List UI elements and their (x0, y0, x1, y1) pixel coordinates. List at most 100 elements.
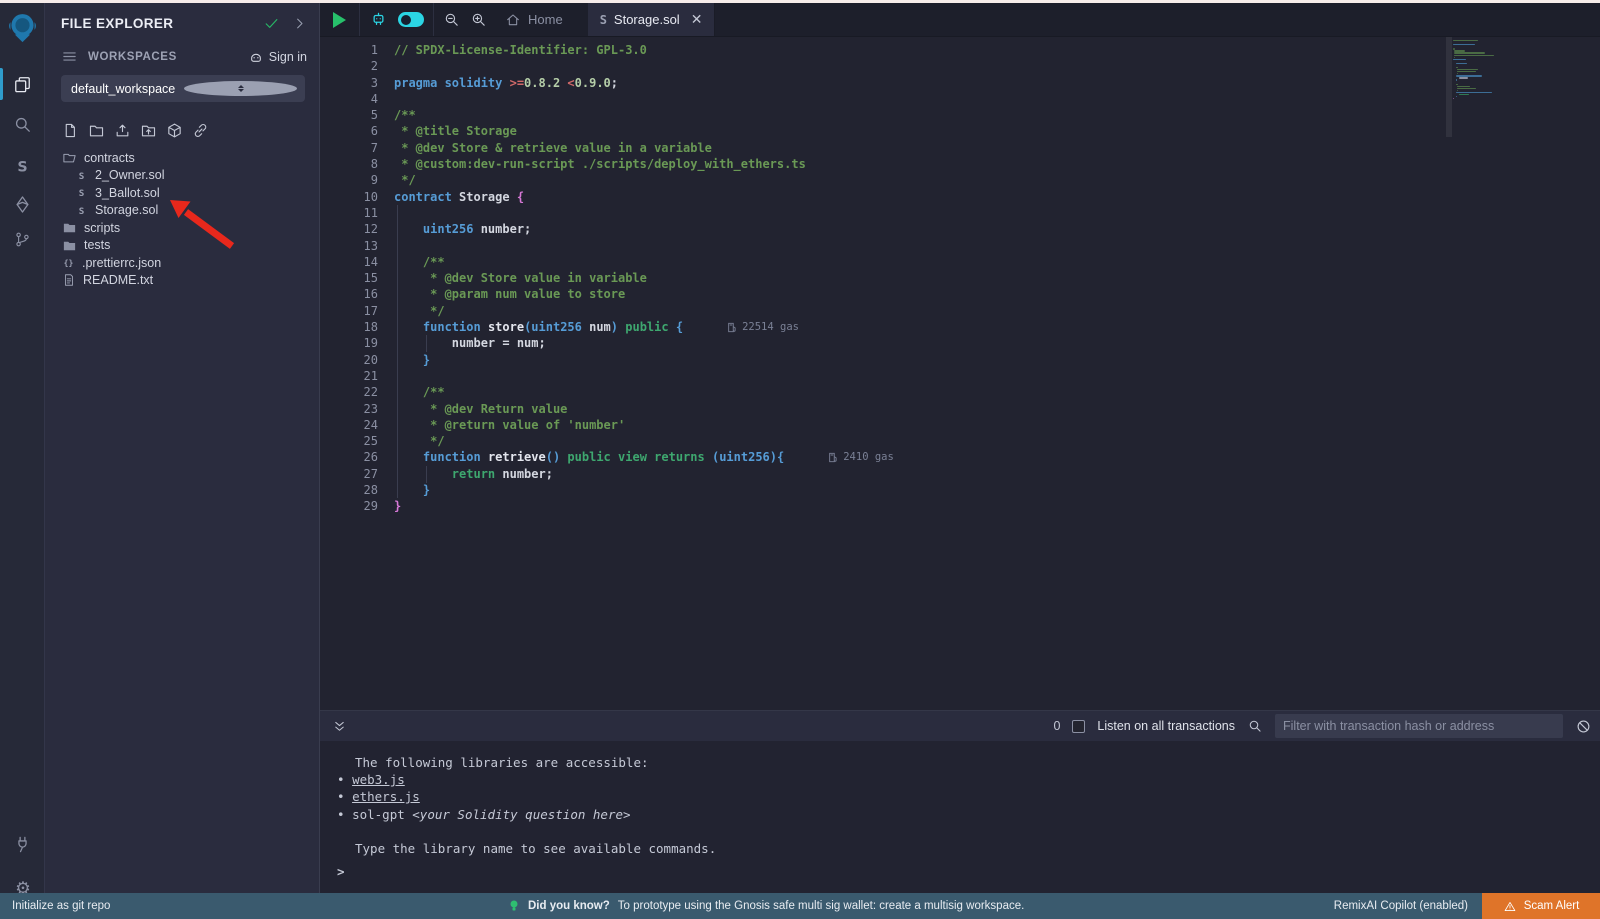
line-number[interactable]: 15 (320, 270, 378, 286)
code-line[interactable]: 18 function store(uint256 num) public {2… (320, 319, 894, 335)
line-number[interactable]: 12 (320, 221, 378, 237)
code-line[interactable]: 25 */ (320, 433, 894, 449)
code-line[interactable]: 1// SPDX-License-Identifier: GPL-3.0 (320, 42, 894, 58)
code-line[interactable]: 9 */ (320, 172, 894, 188)
tab-home[interactable]: Home (497, 12, 579, 28)
line-number[interactable]: 4 (320, 91, 378, 107)
code-line[interactable]: 26 function retrieve() public view retur… (320, 449, 894, 465)
git-icon[interactable] (0, 220, 45, 258)
search-icon[interactable] (0, 105, 45, 143)
minimap-slider[interactable] (1446, 37, 1452, 137)
line-number[interactable]: 22 (320, 384, 378, 400)
code-line[interactable]: 19 number = num; (320, 335, 894, 351)
line-number[interactable]: 27 (320, 466, 378, 482)
folder-row-tests[interactable]: tests (45, 237, 319, 255)
file-row-3-ballot-sol[interactable]: S3_Ballot.sol (45, 184, 319, 202)
folder-row-contracts[interactable]: contracts (45, 149, 319, 167)
code-line[interactable]: 29} (320, 498, 894, 514)
deploy-run-icon[interactable] (0, 185, 45, 223)
code-line[interactable]: 11 (320, 205, 894, 221)
zoom-in-icon[interactable] (470, 11, 487, 28)
code-line[interactable]: 22 /** (320, 384, 894, 400)
line-number[interactable]: 23 (320, 401, 378, 417)
copilot-toggle[interactable] (398, 12, 424, 27)
terminal-link[interactable]: ethers.js (352, 789, 420, 804)
line-number[interactable]: 21 (320, 368, 378, 384)
line-number[interactable]: 26 (320, 449, 378, 465)
minimap[interactable] (1453, 40, 1548, 100)
sign-in-button[interactable]: Sign in (248, 49, 307, 65)
workspaces-menu-icon[interactable] (61, 48, 78, 65)
file-row-2-owner-sol[interactable]: S2_Owner.sol (45, 167, 319, 185)
code-editor[interactable]: 1// SPDX-License-Identifier: GPL-3.023pr… (320, 37, 1600, 710)
code-line[interactable]: 27 return number; (320, 466, 894, 482)
collapse-terminal-icon[interactable] (332, 719, 347, 734)
line-number[interactable]: 10 (320, 189, 378, 205)
plugin-manager-icon[interactable] (0, 825, 45, 863)
file-explorer-icon[interactable] (0, 65, 45, 103)
code-line[interactable]: 12 uint256 number; (320, 221, 894, 237)
line-number[interactable]: 9 (320, 172, 378, 188)
transaction-filter-input[interactable] (1275, 714, 1563, 738)
code-line[interactable]: 21 (320, 368, 894, 384)
copilot-status[interactable]: RemixAI Copilot (enabled) (1334, 900, 1468, 912)
close-tab-icon[interactable]: ✕ (691, 11, 703, 28)
panel-forward-icon[interactable] (292, 16, 307, 31)
code-line[interactable]: 4 (320, 91, 894, 107)
code-line[interactable]: 16 * @param num value to store (320, 286, 894, 302)
code-line[interactable]: 10contract Storage { (320, 189, 894, 205)
terminal[interactable]: The following libraries are accessible:•… (320, 741, 1600, 893)
code-line[interactable]: 7 * @dev Store & retrieve value in a var… (320, 140, 894, 156)
line-number[interactable]: 24 (320, 417, 378, 433)
line-number[interactable]: 20 (320, 352, 378, 368)
code-line[interactable]: 20 } (320, 352, 894, 368)
listen-all-transactions-checkbox[interactable] (1072, 720, 1085, 733)
code-line[interactable]: 17 */ (320, 303, 894, 319)
code-line[interactable]: 28 } (320, 482, 894, 498)
line-number[interactable]: 19 (320, 335, 378, 351)
zoom-out-icon[interactable] (443, 11, 460, 28)
git-init-button[interactable]: Initialize as git repo (12, 900, 110, 912)
code-line[interactable]: 5/** (320, 107, 894, 123)
line-number[interactable]: 29 (320, 498, 378, 514)
check-icon[interactable] (263, 15, 280, 32)
code-line[interactable]: 2 (320, 58, 894, 74)
line-number[interactable]: 18 (320, 319, 378, 335)
line-number[interactable]: 16 (320, 286, 378, 302)
code-line[interactable]: 14 /** (320, 254, 894, 270)
upload-folder-icon[interactable] (140, 122, 157, 139)
code-line[interactable]: 15 * @dev Store value in variable (320, 270, 894, 286)
new-file-icon[interactable] (62, 122, 79, 139)
scam-alert-button[interactable]: Scam Alert (1482, 893, 1600, 919)
line-number[interactable]: 6 (320, 123, 378, 139)
line-number[interactable]: 13 (320, 238, 378, 254)
terminal-prompt[interactable]: > (337, 864, 345, 879)
file-row--prettierrc-json[interactable]: {}.prettierrc.json (45, 254, 319, 272)
upload-file-icon[interactable] (114, 122, 131, 139)
tab-storage-sol[interactable]: S Storage.sol ✕ (588, 3, 716, 36)
line-number[interactable]: 3 (320, 75, 378, 91)
file-row-readme-txt[interactable]: README.txt (45, 272, 319, 290)
line-number[interactable]: 14 (320, 254, 378, 270)
line-number[interactable]: 2 (320, 58, 378, 74)
line-number[interactable]: 8 (320, 156, 378, 172)
terminal-search-icon[interactable] (1247, 718, 1263, 734)
line-number[interactable]: 11 (320, 205, 378, 221)
clear-console-icon[interactable] (1575, 718, 1592, 735)
line-number[interactable]: 1 (320, 42, 378, 58)
code-line[interactable]: 13 (320, 238, 894, 254)
code-line[interactable]: 6 * @title Storage (320, 123, 894, 139)
link-icon[interactable] (192, 122, 209, 139)
file-row-storage-sol[interactable]: SStorage.sol (45, 202, 319, 220)
line-number[interactable]: 17 (320, 303, 378, 319)
new-folder-icon[interactable] (88, 122, 105, 139)
run-script-button[interactable] (333, 12, 346, 28)
line-number[interactable]: 25 (320, 433, 378, 449)
solidity-compiler-icon[interactable]: S (0, 147, 45, 185)
line-number[interactable]: 7 (320, 140, 378, 156)
code-line[interactable]: 8 * @custom:dev-run-script ./scripts/dep… (320, 156, 894, 172)
workspace-select[interactable]: default_workspace (61, 75, 305, 102)
ai-copilot-robot-icon[interactable] (369, 10, 388, 29)
line-number[interactable]: 28 (320, 482, 378, 498)
remix-logo[interactable] (4, 9, 41, 46)
